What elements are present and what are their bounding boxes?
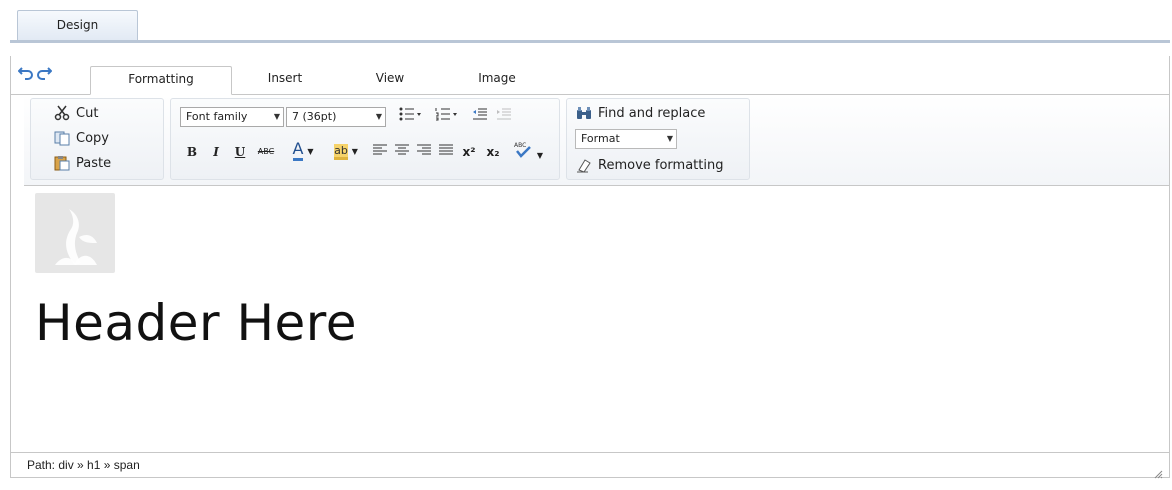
tab-image[interactable]: Image	[462, 66, 532, 94]
tab-view[interactable]: View	[355, 66, 425, 94]
subscript-button[interactable]: x₂	[484, 142, 502, 162]
chevron-down-icon: ▼	[666, 134, 673, 143]
tab-image-label: Image	[478, 71, 516, 85]
align-center-icon	[395, 144, 409, 159]
outdent-button[interactable]	[470, 107, 490, 127]
binoculars-icon	[576, 105, 592, 121]
font-family-select[interactable]: Font family ▼	[180, 107, 284, 127]
find-replace-label: Find and replace	[598, 105, 706, 121]
numbered-list-button[interactable]	[430, 107, 464, 127]
font-color-button[interactable]: A ▼	[286, 139, 320, 161]
indent-icon	[496, 108, 512, 124]
svg-text:ABC: ABC	[514, 142, 526, 149]
subscript-label: x₂	[486, 145, 500, 159]
page-heading[interactable]: Header Here	[35, 294, 357, 352]
align-right-icon	[417, 144, 431, 159]
spellcheck-button[interactable]: ABC ▼	[510, 140, 546, 160]
superscript-label: x²	[462, 145, 476, 159]
justify-icon	[439, 144, 453, 159]
tab-design[interactable]: Design	[17, 10, 138, 40]
cut-button[interactable]: Cut	[54, 103, 98, 123]
font-size-value: 7 (36pt)	[292, 110, 337, 123]
paste-label: Paste	[76, 155, 112, 171]
chevron-down-icon: ▼	[273, 112, 280, 121]
image-placeholder-icon[interactable]	[35, 193, 115, 273]
cut-label: Cut	[76, 105, 99, 121]
bold-label: B	[186, 145, 198, 159]
align-center-button[interactable]	[394, 142, 410, 162]
tab-insert[interactable]: Insert	[250, 66, 320, 94]
paste-button[interactable]: Paste	[54, 153, 111, 173]
copy-label: Copy	[76, 130, 109, 146]
find-replace-button[interactable]: Find and replace	[576, 103, 705, 123]
strikethrough-button[interactable]: ABC	[254, 142, 278, 162]
font-size-select[interactable]: 7 (36pt) ▼	[286, 107, 386, 127]
format-value: Format	[581, 132, 620, 145]
ribbon-edge	[10, 94, 24, 186]
italic-label: I	[213, 145, 219, 159]
remove-formatting-button[interactable]: Remove formatting	[576, 155, 723, 175]
numbered-list-icon	[435, 108, 459, 124]
format-select[interactable]: Format ▼	[575, 129, 677, 149]
bold-button[interactable]: B	[184, 142, 200, 162]
align-right-button[interactable]	[416, 142, 432, 162]
copy-button[interactable]: Copy	[54, 128, 109, 148]
cut-icon	[54, 105, 70, 121]
strikethrough-label: ABC	[257, 147, 275, 156]
spellcheck-icon: ABC	[513, 142, 537, 161]
font-color-label: A	[292, 139, 304, 161]
chevron-down-icon: ▼	[375, 112, 382, 121]
tab-design-label: Design	[56, 18, 99, 32]
tab-view-label: View	[375, 71, 405, 85]
highlight-label: ab	[334, 144, 348, 160]
chevron-down-icon: ▼	[351, 147, 358, 156]
remove-formatting-label: Remove formatting	[598, 157, 724, 173]
copy-icon	[54, 130, 70, 146]
chevron-down-icon: ▼	[536, 151, 543, 160]
font-family-value: Font family	[186, 110, 248, 123]
resize-grip-icon[interactable]	[1153, 463, 1163, 479]
italic-button[interactable]: I	[208, 142, 224, 162]
element-path: Path: div » h1 » span	[27, 458, 140, 472]
bullet-list-icon	[399, 107, 423, 124]
underline-label: U	[234, 145, 246, 159]
paste-icon	[54, 155, 70, 171]
tab-formatting-label: Formatting	[128, 72, 194, 86]
redo-icon[interactable]	[36, 64, 53, 80]
mode-tab-bar	[10, 40, 1170, 43]
align-left-button[interactable]	[372, 142, 388, 162]
underline-button[interactable]: U	[232, 142, 248, 162]
eraser-icon	[576, 157, 592, 173]
superscript-button[interactable]: x²	[460, 142, 478, 162]
align-left-icon	[373, 144, 387, 159]
undo-icon[interactable]	[17, 64, 34, 80]
tab-formatting[interactable]: Formatting	[90, 66, 232, 95]
status-bar: Path: div » h1 » span	[11, 452, 1169, 479]
indent-button[interactable]	[494, 107, 514, 127]
tab-insert-label: Insert	[267, 71, 303, 85]
highlight-button[interactable]: ab ▼	[328, 140, 364, 160]
chevron-down-icon: ▼	[307, 147, 314, 156]
bullet-list-button[interactable]	[394, 107, 428, 127]
outdent-icon	[472, 108, 488, 124]
justify-button[interactable]	[438, 142, 454, 162]
